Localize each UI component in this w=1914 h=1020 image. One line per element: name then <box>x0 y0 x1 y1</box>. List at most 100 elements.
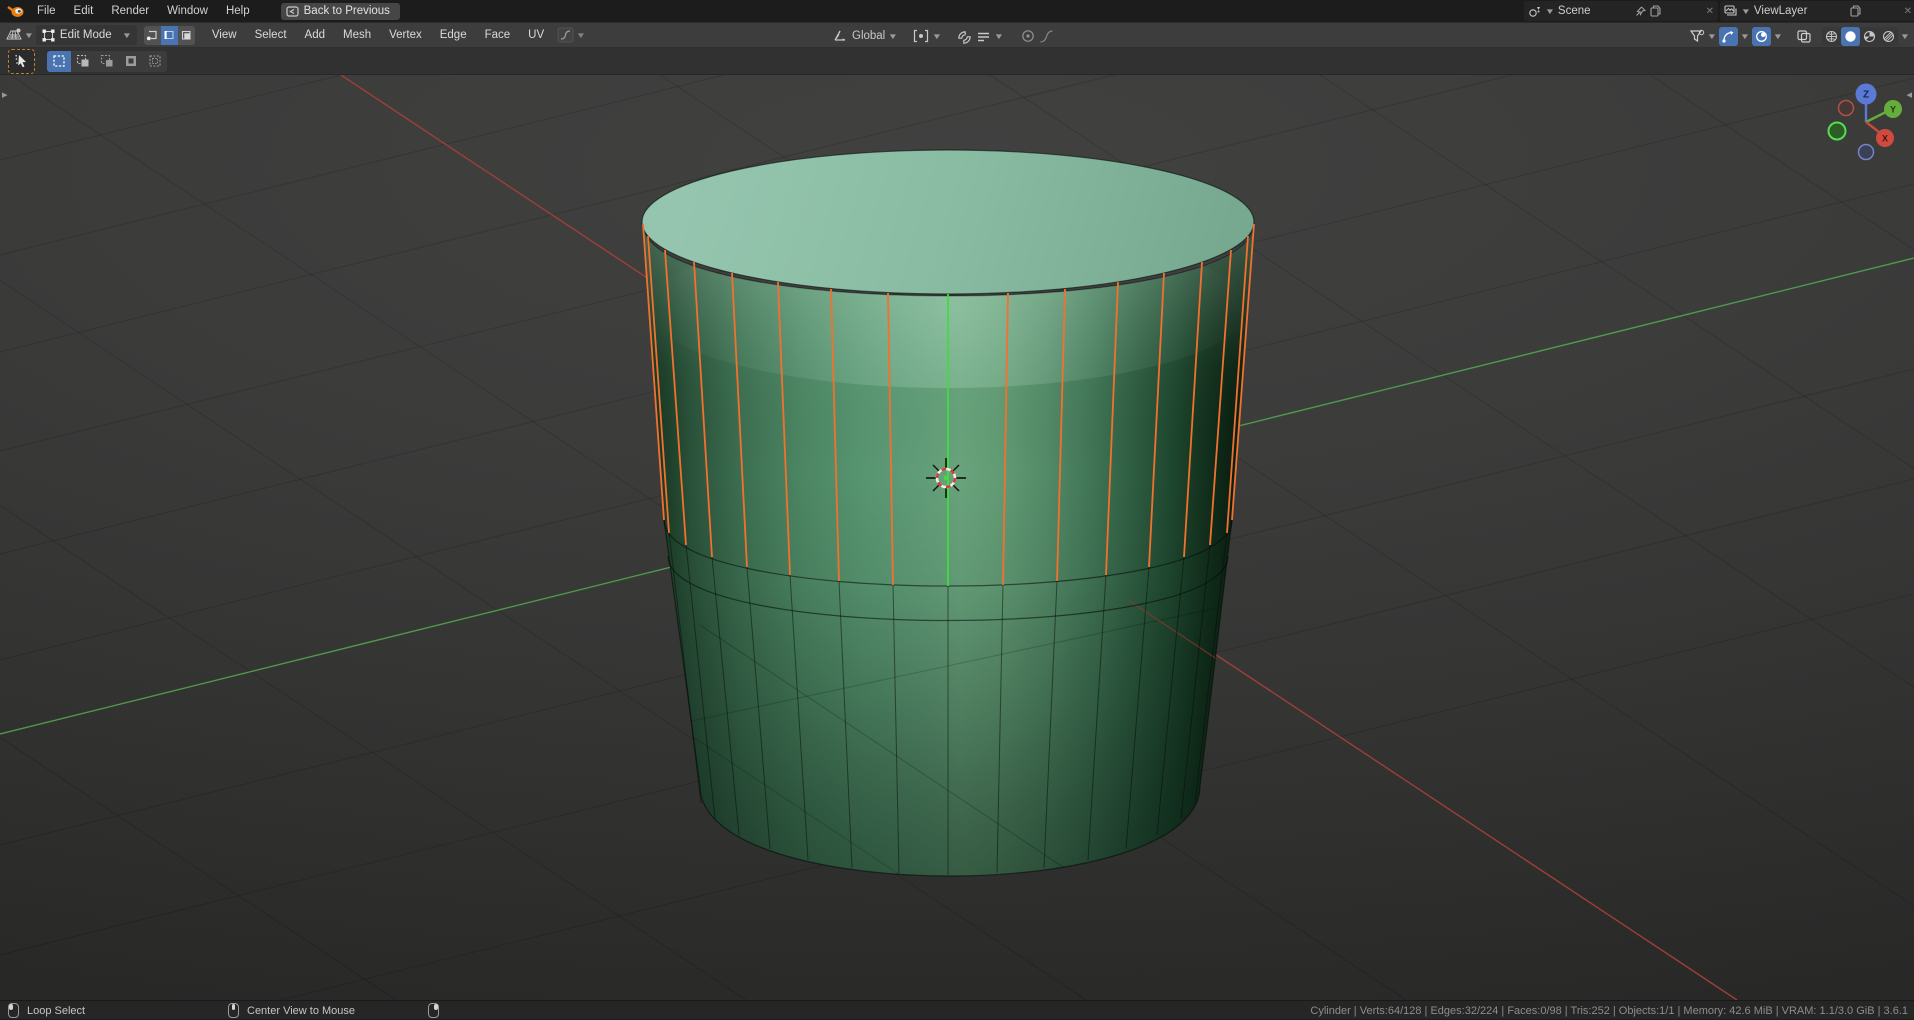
select-mode-extend-button[interactable] <box>71 51 95 72</box>
menu-select[interactable]: Select <box>246 29 296 41</box>
proportional-falloff-icon[interactable] <box>1039 30 1054 43</box>
cylinder-top-face <box>642 150 1254 294</box>
transform-settings-cluster: Global ▼ ▼ ▼ <box>832 23 1054 49</box>
mode-label: Edit Mode <box>60 29 118 41</box>
viewport-header: ▼ Edit Mode ▼ View Select Add Mesh Verte… <box>0 22 1914 48</box>
chevron-down-icon: ▼ <box>122 31 132 40</box>
shading-rendered-button[interactable] <box>1879 27 1898 46</box>
shading-material-button[interactable] <box>1860 27 1879 46</box>
viewlayer-name: ViewLayer <box>1754 5 1808 17</box>
gizmo-z-neg-axis[interactable] <box>1859 145 1874 160</box>
hint-label: Center View to Mouse <box>247 1005 355 1017</box>
hint-label: Loop Select <box>27 1005 85 1017</box>
chevron-down-icon: ▼ <box>994 32 1004 41</box>
proportional-editing-icon[interactable] <box>1021 29 1035 43</box>
menu-add[interactable]: Add <box>296 29 334 41</box>
show-overlays-toggle[interactable] <box>1752 27 1771 46</box>
edit-mode-icon <box>42 29 55 42</box>
chevron-down-icon: ▼ <box>1740 32 1750 41</box>
toolbar-expand-arrow[interactable]: ▸ <box>2 88 8 101</box>
select-mode-subtract-button[interactable] <box>95 51 119 72</box>
svg-text:Y: Y <box>1890 105 1896 115</box>
active-tool-tweak-button[interactable] <box>8 49 35 74</box>
topbar: File Edit Render Window Help Back to Pre… <box>0 0 1914 22</box>
face-select-mode-button[interactable] <box>178 26 195 45</box>
close-icon[interactable]: ✕ <box>1706 6 1714 17</box>
chevron-down-icon: ▼ <box>888 32 898 41</box>
chevron-down-icon: ▼ <box>932 32 942 41</box>
mouse-left-icon <box>8 1003 19 1018</box>
status-hint-lmb: Loop Select <box>8 1001 85 1020</box>
menu-edge[interactable]: Edge <box>431 29 476 41</box>
gizmo-y-neg-axis[interactable] <box>1829 123 1846 140</box>
show-gizmo-toggle[interactable] <box>1719 27 1738 46</box>
viewport-canvas[interactable]: Z Y X <box>0 75 1914 1000</box>
shading-solid-button[interactable] <box>1841 27 1860 46</box>
transform-orientation-icon[interactable] <box>832 29 848 43</box>
sidebar-expand-arrow[interactable]: ◂ <box>1906 88 1912 101</box>
orientation-label[interactable]: Global <box>852 30 885 42</box>
edge-select-mode-button[interactable] <box>161 26 178 45</box>
svg-text:X: X <box>1882 134 1888 144</box>
editor-3d-viewport-icon <box>6 28 22 42</box>
scene-selector[interactable]: ▼ Scene ✕ <box>1524 1 1718 21</box>
select-mode-intersect-button[interactable] <box>143 51 167 72</box>
navigation-gizmo[interactable]: Z Y X <box>1829 84 1903 160</box>
toggle-xray-button[interactable] <box>1794 27 1813 46</box>
chevron-down-icon: ▼ <box>1900 32 1910 41</box>
mouse-middle-icon <box>228 1003 239 1018</box>
editor-type-selector[interactable]: ▼ <box>6 28 33 42</box>
scene-icon <box>1528 5 1542 17</box>
cylinder-mesh[interactable] <box>642 150 1256 975</box>
tool-settings-header: X Y Z Options ▼ <box>0 48 1914 75</box>
viewlayer-icon <box>1724 5 1738 17</box>
scene-statistics: Cylinder | Verts:64/128 | Edges:32/224 |… <box>1310 1001 1908 1020</box>
chevron-down-icon: ▼ <box>1741 7 1751 16</box>
blender-logo-icon[interactable] <box>7 4 24 18</box>
close-icon[interactable]: ✕ <box>1904 6 1912 17</box>
new-viewlayer-icon[interactable] <box>1850 5 1861 17</box>
mesh-select-mode-group <box>144 26 195 45</box>
snap-magnet-icon[interactable] <box>957 29 972 44</box>
menu-uv[interactable]: UV <box>519 29 553 41</box>
pivot-point-icon[interactable] <box>913 29 929 43</box>
scene-name: Scene <box>1558 5 1591 17</box>
falloff-curve-icon <box>557 27 574 43</box>
menu-window[interactable]: Window <box>158 5 217 17</box>
shading-wireframe-button[interactable] <box>1822 27 1841 46</box>
chevron-down-icon: ▼ <box>1545 7 1555 16</box>
new-scene-icon[interactable] <box>1650 5 1661 17</box>
pin-icon[interactable] <box>1635 6 1646 17</box>
menu-vertex[interactable]: Vertex <box>380 29 431 41</box>
falloff-dropdown[interactable]: ▼ <box>557 27 585 43</box>
menu-help[interactable]: Help <box>217 5 259 17</box>
viewport-display-cluster: ▼ ▼ ▼ ▼ <box>1689 23 1909 49</box>
back-to-previous-label: Back to Previous <box>304 5 390 17</box>
mode-dropdown[interactable]: Edit Mode ▼ <box>36 25 137 45</box>
select-box-mode-group <box>47 51 167 72</box>
chevron-down-icon: ▼ <box>24 31 34 40</box>
menu-file[interactable]: File <box>28 5 65 17</box>
menu-face[interactable]: Face <box>476 29 520 41</box>
back-to-previous-button[interactable]: Back to Previous <box>281 3 400 20</box>
select-mode-invert-button[interactable] <box>119 51 143 72</box>
gizmo-x-neg-axis[interactable] <box>1839 101 1854 116</box>
menu-edit[interactable]: Edit <box>65 5 103 17</box>
svg-text:Z: Z <box>1863 90 1869 101</box>
viewlayer-selector[interactable]: ▼ ViewLayer ✕ <box>1720 1 1914 21</box>
mouse-right-icon <box>428 1003 439 1018</box>
menu-view[interactable]: View <box>203 29 246 41</box>
vertex-select-mode-button[interactable] <box>144 26 161 45</box>
cursor-arrow-icon <box>15 54 29 69</box>
status-hint-rmb <box>428 1001 447 1020</box>
chevron-down-icon: ▼ <box>576 31 586 40</box>
viewport-3d[interactable]: Z Y X ▸ ◂ <box>0 75 1914 1000</box>
back-arrow-icon <box>286 6 299 17</box>
object-visibility-icon[interactable] <box>1689 29 1705 43</box>
menu-render[interactable]: Render <box>102 5 158 17</box>
snap-target-icon[interactable] <box>976 30 991 43</box>
status-bar: Loop Select Center View to Mouse Cylinde… <box>0 1000 1914 1019</box>
select-mode-set-button[interactable] <box>47 51 71 72</box>
chevron-down-icon: ▼ <box>1773 32 1783 41</box>
menu-mesh[interactable]: Mesh <box>334 29 380 41</box>
